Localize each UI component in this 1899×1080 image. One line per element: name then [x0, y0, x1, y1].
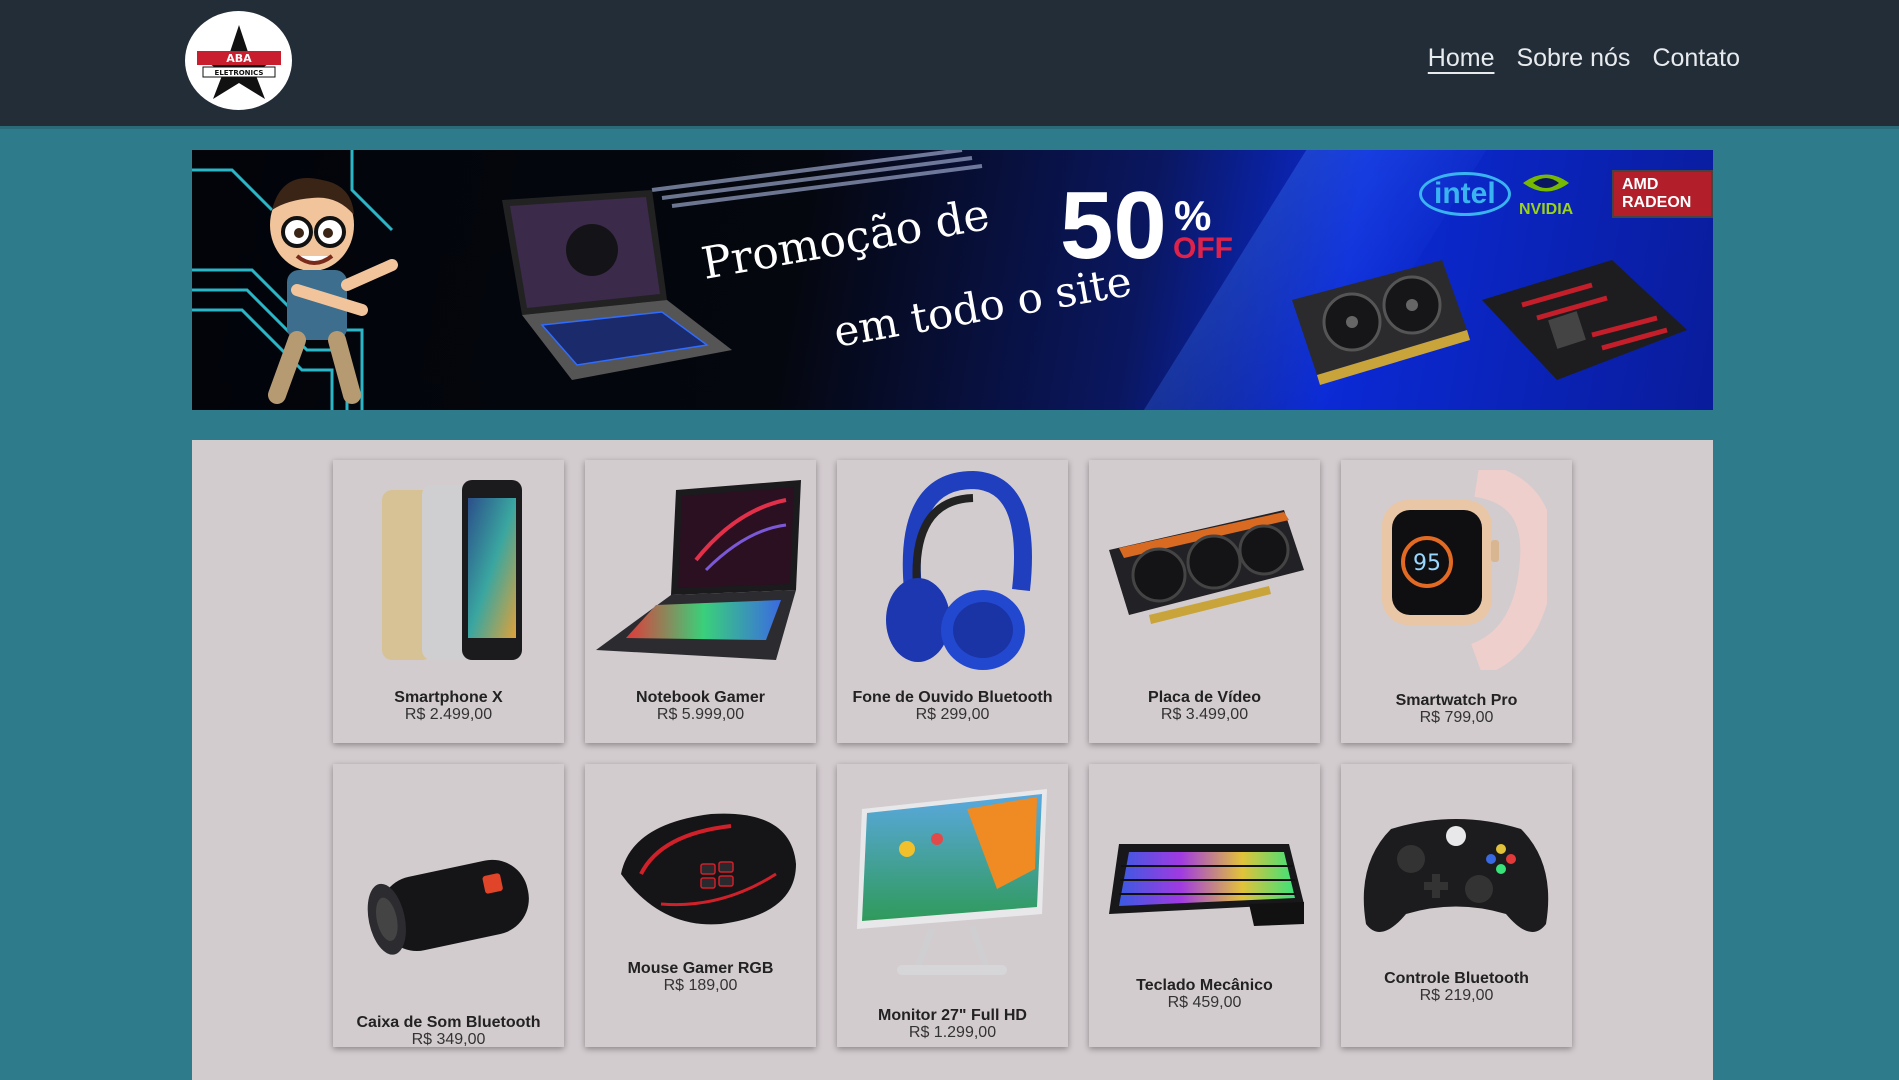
product-card-mouse[interactable]: Mouse Gamer RGB R$ 189,00 [585, 764, 816, 1047]
smartwatch-icon: 95 [1351, 470, 1562, 670]
product-name: Fone de Ouvido Bluetooth [852, 689, 1053, 706]
product-price: R$ 189,00 [663, 977, 738, 994]
nav-contato-link[interactable]: Contato [1652, 44, 1740, 73]
product-price: R$ 5.999,00 [656, 706, 745, 723]
nav-home-link[interactable]: Home [1428, 44, 1495, 73]
product-price: R$ 799,00 [1419, 709, 1494, 726]
main-nav: Home Sobre nós Contato [1428, 44, 1740, 73]
headphones-icon [847, 470, 1058, 670]
product-card-gamepad[interactable]: Controle Bluetooth R$ 219,00 [1341, 764, 1572, 1047]
product-card-gpu[interactable]: Placa de Vídeo R$ 3.499,00 [1089, 460, 1320, 743]
product-name: Monitor 27" Full HD [878, 1007, 1027, 1024]
product-card-speaker[interactable]: Caixa de Som Bluetooth R$ 349,00 [333, 764, 564, 1048]
nvidia-logo: NVIDIA [1519, 170, 1573, 219]
nav-sobre-link[interactable]: Sobre nós [1516, 44, 1630, 73]
nvidia-label: NVIDIA [1519, 201, 1574, 218]
products-panel: Smartphone X R$ 2.499,00 Notebook Gamer … [192, 440, 1713, 1080]
promo-discount-value: 50 [1060, 172, 1167, 279]
laptop-icon [595, 470, 806, 670]
gamepad-icon [1351, 804, 1562, 944]
site-header: ABA ELETRONICS Home Sobre nós Contato [0, 0, 1899, 129]
product-card-monitor[interactable]: Monitor 27" Full HD R$ 1.299,00 [837, 764, 1068, 1047]
product-name: Caixa de Som Bluetooth [356, 1014, 541, 1031]
monitor-icon [847, 779, 1058, 994]
product-price: R$ 219,00 [1419, 987, 1494, 1004]
speaker-icon [343, 804, 554, 1004]
intel-logo: intel [1419, 172, 1511, 216]
product-card-headphones[interactable]: Fone de Ouvido Bluetooth R$ 299,00 [837, 460, 1068, 743]
product-name: Mouse Gamer RGB [627, 960, 774, 977]
product-name: Smartphone X [394, 689, 503, 706]
site-logo[interactable]: ABA ELETRONICS [185, 11, 292, 110]
product-price: R$ 1.299,00 [908, 1024, 997, 1041]
product-price: R$ 3.499,00 [1160, 706, 1249, 723]
svg-text:95: 95 [1413, 551, 1441, 576]
product-name: Teclado Mecânico [1136, 977, 1273, 994]
cartoon-character-icon [268, 178, 398, 404]
keyboard-icon [1099, 804, 1310, 944]
promo-banner[interactable]: Promoção de em todo o site 50 % OFF inte… [192, 150, 1713, 410]
product-card-smartphone[interactable]: Smartphone X R$ 2.499,00 [333, 460, 564, 743]
product-price: R$ 299,00 [915, 706, 990, 723]
product-grid: Smartphone X R$ 2.499,00 Notebook Gamer … [333, 460, 1572, 1048]
product-name: Notebook Gamer [636, 689, 765, 706]
nvidia-eye-icon [1523, 174, 1570, 192]
mouse-icon [595, 804, 806, 934]
gpu-icon [1099, 470, 1310, 670]
banner-gpu-icon [1292, 260, 1470, 385]
banner-laptop-icon [502, 190, 732, 380]
product-price: R$ 2.499,00 [404, 706, 493, 723]
product-card-keyboard[interactable]: Teclado Mecânico R$ 459,00 [1089, 764, 1320, 1047]
product-card-smartwatch[interactable]: 95 Smartwatch Pro R$ 799,00 [1341, 460, 1572, 743]
product-name: Smartwatch Pro [1395, 692, 1518, 709]
svg-text:ABA: ABA [226, 52, 252, 65]
promo-off-label: OFF [1173, 232, 1233, 265]
svg-text:ELETRONICS: ELETRONICS [214, 69, 263, 77]
product-price: R$ 459,00 [1167, 994, 1242, 1011]
product-price: R$ 349,00 [411, 1031, 486, 1048]
product-card-notebook[interactable]: Notebook Gamer R$ 5.999,00 [585, 460, 816, 743]
smartphone-icon [343, 470, 554, 670]
product-name: Controle Bluetooth [1384, 970, 1529, 987]
logo-icon: ABA ELETRONICS [196, 24, 281, 99]
banner-motherboard-icon [1482, 260, 1687, 380]
product-name: Placa de Vídeo [1148, 689, 1261, 706]
amd-logo: AMD RADEON [1612, 170, 1713, 218]
